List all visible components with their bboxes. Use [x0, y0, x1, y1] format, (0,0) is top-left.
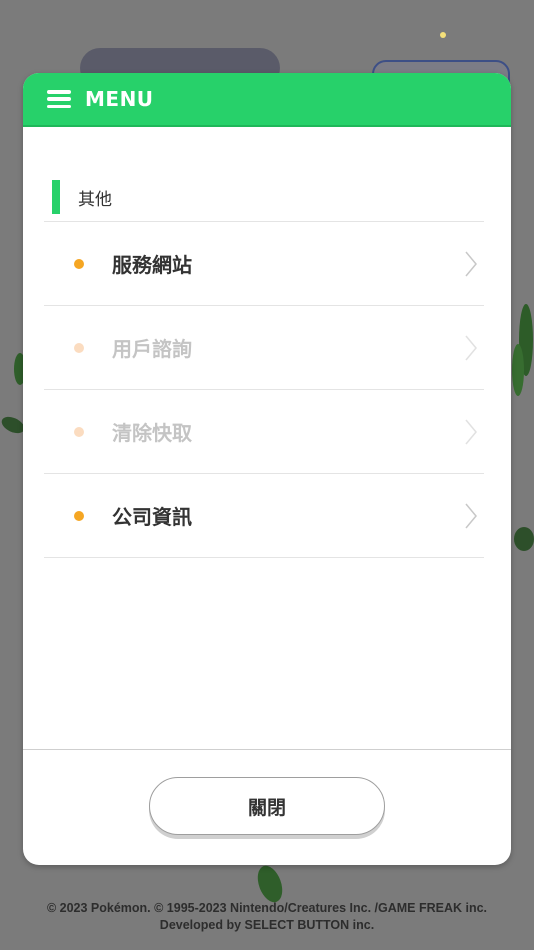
- chevron-right-icon: [465, 335, 477, 361]
- bullet-icon: [74, 342, 84, 353]
- chevron-right-icon: [465, 503, 477, 529]
- section-heading: 其他: [44, 173, 484, 222]
- plant-icon: [512, 304, 533, 396]
- modal-title: MENU: [85, 87, 154, 111]
- menu-section-other: 其他 服務網站 用戶諮詢 清除快取 公司資訊: [44, 173, 484, 558]
- chevron-right-icon: [465, 251, 477, 277]
- menu-item-label: 公司資訊: [112, 505, 192, 529]
- menu-item-label: 服務網站: [112, 253, 192, 277]
- menu-item-label: 清除快取: [112, 421, 192, 445]
- sparkle-icon: [440, 32, 446, 38]
- bullet-icon: [74, 258, 84, 269]
- leaf-icon: [514, 527, 534, 551]
- menu-item-user-inquiry[interactable]: 用戶諮詢: [44, 306, 484, 390]
- menu-item-service-site[interactable]: 服務網站: [44, 222, 484, 306]
- close-button[interactable]: 關閉: [149, 777, 385, 835]
- bullet-icon: [74, 510, 84, 521]
- menu-modal: MENU 其他 服務網站 用戶諮詢 清除快取 公司資訊 關閉: [23, 73, 511, 865]
- copyright-line-2: Developed by SELECT BUTTON inc.: [159, 918, 375, 932]
- section-accent-bar: [52, 180, 60, 214]
- section-title: 其他: [78, 189, 112, 210]
- menu-item-label: 用戶諮詢: [112, 337, 192, 361]
- copyright-line-1: © 2023 Pokémon. © 1995-2023 Nintendo/Cre…: [46, 901, 488, 915]
- modal-header: MENU: [23, 73, 511, 127]
- menu-item-clear-cache[interactable]: 清除快取: [44, 390, 484, 474]
- chevron-right-icon: [465, 419, 477, 445]
- copyright: © 2023 Pokémon. © 1995-2023 Nintendo/Cre…: [0, 900, 534, 934]
- menu-item-company-info[interactable]: 公司資訊: [44, 474, 484, 558]
- modal-footer: 關閉: [23, 749, 511, 865]
- hamburger-menu-icon: [47, 90, 71, 108]
- bullet-icon: [74, 426, 84, 437]
